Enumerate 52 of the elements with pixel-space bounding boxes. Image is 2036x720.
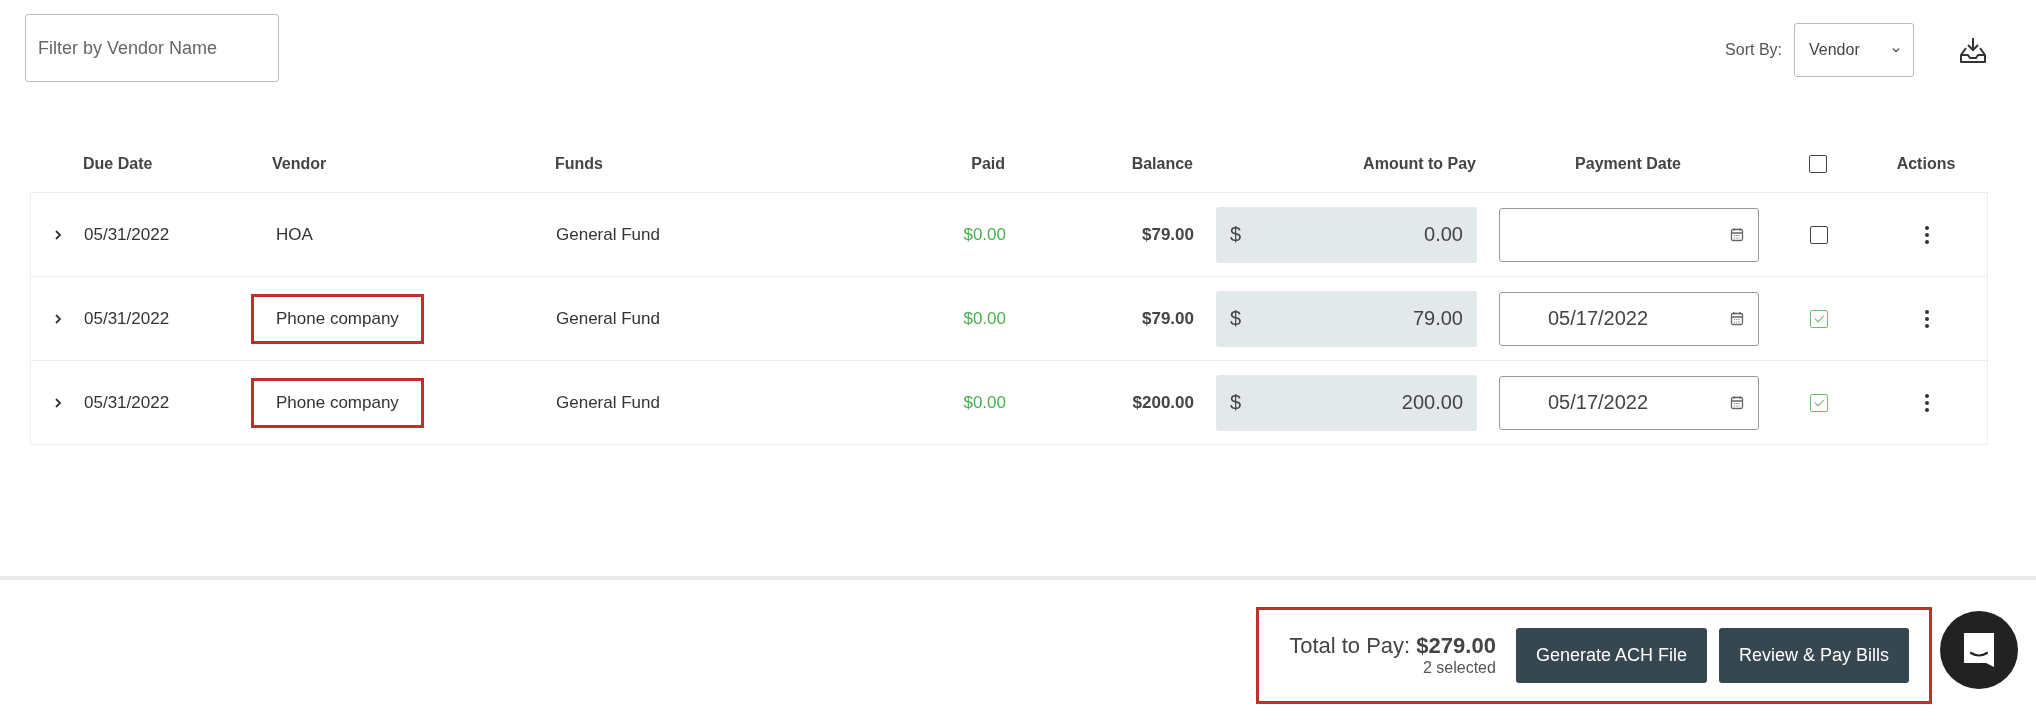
caret-icon <box>1891 46 1901 54</box>
calendar-icon[interactable] <box>1730 395 1744 410</box>
selected-count: 2 selected <box>1422 659 1496 677</box>
column-header: Actions <box>1895 155 1957 173</box>
balance-cell-text: $79.00 <box>1141 308 1194 329</box>
column-header: Payment Date <box>1574 155 1682 173</box>
amount-to-pay-field[interactable]: $ 0.00 <box>1216 206 1477 263</box>
balance-cell-text: $200.00 <box>1131 392 1194 413</box>
row-checkbox[interactable] <box>1810 225 1828 244</box>
paid-cell-text: $0.00 <box>962 392 1006 413</box>
action-button[interactable]: Generate ACH File <box>1515 627 1707 683</box>
action-button[interactable]: Review & Pay Bills <box>1718 627 1909 683</box>
select-all-checkbox[interactable] <box>1809 155 1827 173</box>
amount-to-pay-field[interactable]: $ 79.00 <box>1216 290 1477 347</box>
payment-date-field[interactable]: 05/17/2022 <box>1499 291 1759 346</box>
column-header: Amount to Pay <box>1362 155 1476 173</box>
funds-cell-text: General Fund <box>556 308 661 329</box>
expand-chevron-icon[interactable] <box>52 311 63 326</box>
due-date-cell-text: 05/31/2022 <box>84 392 171 413</box>
funds-cell-text: General Fund <box>556 224 661 245</box>
total-to-pay: Total to Pay: $279.00 <box>1289 633 1496 659</box>
amount-to-pay-field[interactable]: $ 200.00 <box>1216 374 1477 431</box>
column-header: Balance <box>1130 155 1193 173</box>
more-options-icon[interactable] <box>1924 308 1930 329</box>
sort-by-dropdown[interactable]: Vendor <box>1794 23 1914 77</box>
expand-chevron-icon[interactable] <box>52 395 63 410</box>
payment-date-field[interactable] <box>1499 207 1759 262</box>
chat-bubble-icon[interactable] <box>1940 611 2018 689</box>
more-options-icon[interactable] <box>1924 392 1930 413</box>
calendar-icon[interactable] <box>1730 311 1744 326</box>
balance-cell-text: $79.00 <box>1141 224 1194 245</box>
funds-cell-text: General Fund <box>556 392 661 413</box>
vendor-cell: Phone company <box>251 293 424 344</box>
calendar-icon[interactable] <box>1730 227 1744 242</box>
more-options-icon[interactable] <box>1924 224 1930 245</box>
row-checkbox[interactable] <box>1810 393 1828 412</box>
vendor-cell-text: HOA <box>275 223 314 246</box>
sort-by-label: Sort By: <box>1725 41 1782 59</box>
column-header: Paid <box>970 155 1005 173</box>
column-header: Vendor <box>272 155 328 173</box>
download-icon[interactable] <box>1958 36 1988 64</box>
column-header: Funds <box>555 155 604 173</box>
payment-date-field[interactable]: 05/17/2022 <box>1499 375 1759 430</box>
due-date-cell-text: 05/31/2022 <box>84 224 171 245</box>
row-checkbox[interactable] <box>1810 309 1828 328</box>
due-date-cell-text: 05/31/2022 <box>84 308 171 329</box>
column-header: Due Date <box>83 155 154 173</box>
expand-chevron-icon[interactable] <box>52 227 63 242</box>
paid-cell-text: $0.00 <box>962 224 1006 245</box>
vendor-cell: Phone company <box>251 377 424 428</box>
vendor-filter-field[interactable]: Filter by Vendor Name <box>25 14 279 82</box>
paid-cell-text: $0.00 <box>962 308 1006 329</box>
